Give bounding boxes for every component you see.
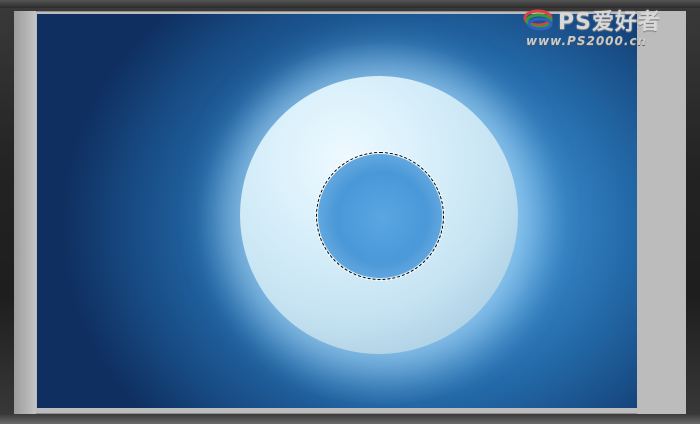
watermark-url: www.PS2000.cn	[526, 34, 648, 48]
pasteboard-left[interactable]	[14, 11, 36, 414]
ps-swirl-logo-icon	[523, 9, 553, 31]
watermark: PS爱好者 www.PS2000.cn	[522, 4, 692, 50]
watermark-title: PS爱好者	[558, 10, 661, 35]
photoshop-workspace: PS爱好者 www.PS2000.cn	[0, 0, 700, 424]
workspace-bottom-edge	[0, 414, 700, 424]
document-canvas[interactable]	[37, 14, 637, 408]
pasteboard-right[interactable]	[637, 11, 686, 414]
elliptical-selection-marquee[interactable]	[315, 151, 445, 281]
